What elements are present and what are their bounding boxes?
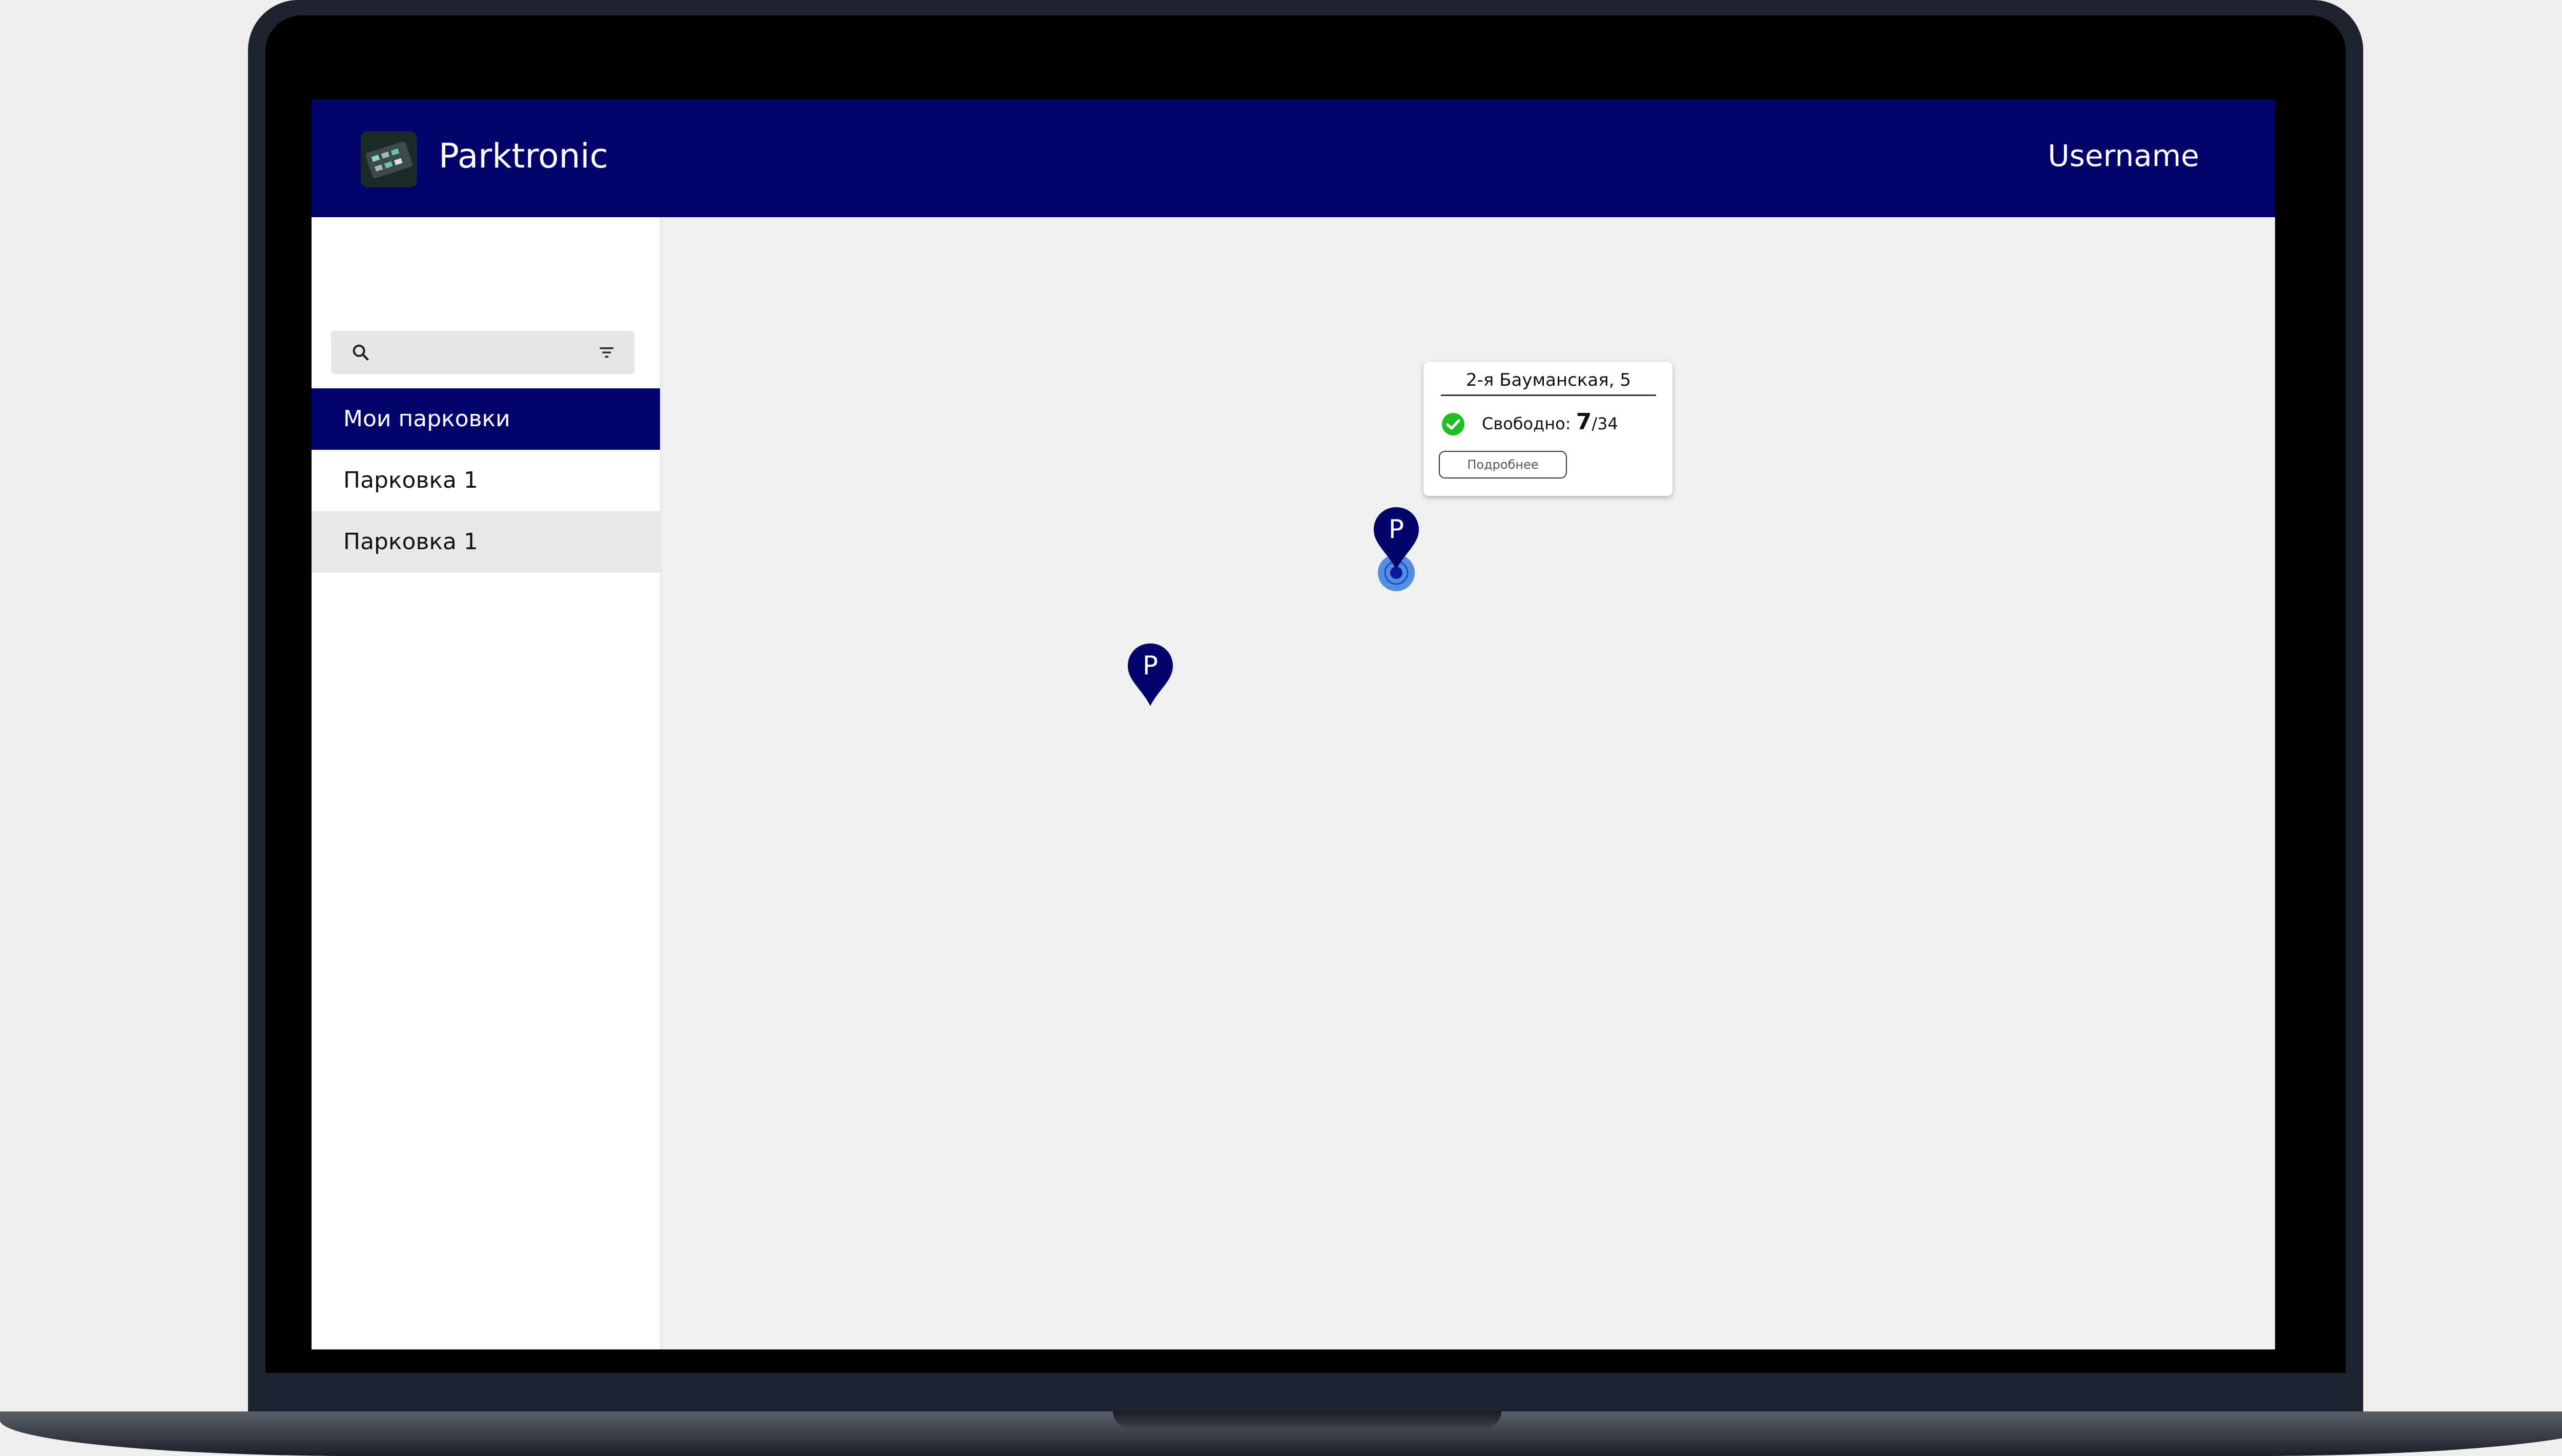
pin-letter: P (1389, 514, 1404, 544)
app-screen: Parktronic Username Мои парковки Парковк… (312, 99, 2275, 1349)
search-input[interactable] (331, 331, 634, 374)
app-header: Parktronic Username (312, 99, 2275, 217)
app-logo[interactable] (361, 131, 417, 188)
laptop-notch (1113, 1411, 1501, 1428)
sidebar: Мои парковки Парковка 1 Парковка 1 (312, 217, 661, 1349)
sidebar-item-parking[interactable]: Парковка 1 (312, 511, 660, 573)
parking-pin-icon[interactable]: P (1373, 506, 1420, 571)
details-button[interactable]: Подробнее (1439, 451, 1567, 479)
free-spots: Свободно: 7/34 (1482, 409, 1618, 435)
parking-pin-icon[interactable]: P (1127, 642, 1174, 707)
username-menu[interactable]: Username (2048, 138, 2199, 173)
free-count: 7 (1576, 409, 1592, 435)
pin-letter: P (1143, 651, 1158, 680)
app-title: Parktronic (439, 136, 609, 176)
sidebar-item-my-parkings[interactable]: Мои парковки (312, 388, 660, 450)
check-circle-icon (1442, 413, 1464, 435)
filter-icon[interactable] (596, 342, 617, 363)
parking-address: 2-я Бауманская, 5 (1441, 370, 1656, 396)
free-label: Свободно: (1482, 414, 1571, 433)
sidebar-item-parking[interactable]: Парковка 1 (312, 450, 660, 511)
search-icon[interactable] (350, 342, 371, 363)
total-spots: /34 (1592, 414, 1618, 433)
parking-info-popup: 2-я Бауманская, 5 Свободно: 7/34 Подробн… (1423, 362, 1672, 496)
